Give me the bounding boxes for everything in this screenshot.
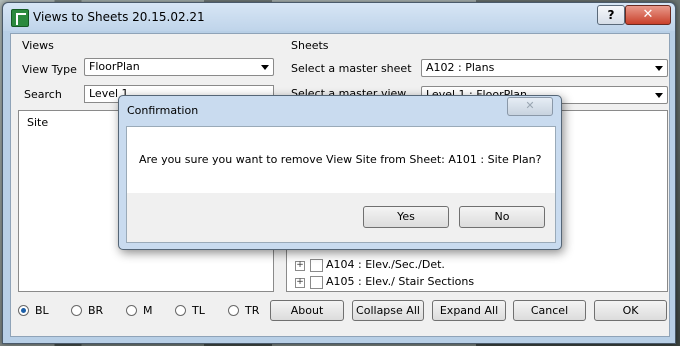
view-type-value: FloorPlan <box>89 60 140 73</box>
master-sheet-dropdown[interactable]: A102 : Plans <box>421 59 668 77</box>
title-bar[interactable]: Views to Sheets 20.15.02.21 ? ✕ <box>3 3 675 31</box>
radio-icon[interactable] <box>228 305 239 316</box>
dialog-close-button[interactable]: ✕ <box>507 97 553 116</box>
cancel-button[interactable]: Cancel <box>513 300 586 321</box>
chevron-down-icon <box>655 66 663 71</box>
dialog-message: Are you sure you want to remove View Sit… <box>139 153 542 166</box>
dialog-body: Are you sure you want to remove View Sit… <box>126 126 556 243</box>
dialog-title: Confirmation <box>127 104 199 117</box>
help-button[interactable]: ? <box>597 5 625 25</box>
radio-label: BR <box>88 304 104 317</box>
yes-button[interactable]: Yes <box>363 206 449 228</box>
view-list-item[interactable]: Site <box>27 115 48 131</box>
collapse-all-button[interactable]: Collapse All <box>352 300 424 321</box>
expand-all-button[interactable]: Expand All <box>432 300 506 321</box>
sheet-tree-label: A104 : Elev./Sec./Det. <box>326 258 445 271</box>
search-label: Search <box>24 88 62 101</box>
sheet-checkbox[interactable] <box>310 259 323 272</box>
radio-selected-icon[interactable] <box>18 305 29 316</box>
close-window-button[interactable]: ✕ <box>625 5 671 25</box>
chevron-down-icon <box>261 65 269 70</box>
radio-label: M <box>143 304 153 317</box>
radio-icon[interactable] <box>71 305 82 316</box>
chevron-down-icon <box>655 93 663 98</box>
sheet-checkbox[interactable] <box>310 276 323 289</box>
about-button[interactable]: About <box>270 300 344 321</box>
radio-label: BL <box>35 304 49 317</box>
radio-label: TL <box>192 304 205 317</box>
radio-icon[interactable] <box>175 305 186 316</box>
confirmation-dialog: Confirmation ✕ Are you sure you want to … <box>118 95 562 250</box>
radio-label: TR <box>245 304 260 317</box>
master-sheet-label: Select a master sheet <box>291 62 412 75</box>
expand-plus-icon[interactable]: + <box>295 278 305 288</box>
app-logo-icon <box>11 9 29 27</box>
window-title: Views to Sheets 20.15.02.21 <box>33 10 205 24</box>
sheet-tree-item[interactable]: + A105 : Elev./ Stair Sections <box>295 274 655 290</box>
no-button[interactable]: No <box>459 206 545 228</box>
views-group-title: Views <box>22 39 54 52</box>
radio-icon[interactable] <box>126 305 137 316</box>
view-type-dropdown[interactable]: FloorPlan <box>84 58 274 76</box>
view-type-label: View Type <box>22 63 77 76</box>
sheet-tree-label: A105 : Elev./ Stair Sections <box>326 275 475 288</box>
sheet-tree-item[interactable]: + A104 : Elev./Sec./Det. <box>295 257 655 273</box>
expand-plus-icon[interactable]: + <box>295 261 305 271</box>
dialog-footer: Yes No <box>127 193 555 242</box>
ok-button[interactable]: OK <box>594 300 667 321</box>
sheets-group-title: Sheets <box>291 39 329 52</box>
master-sheet-value: A102 : Plans <box>426 61 495 74</box>
